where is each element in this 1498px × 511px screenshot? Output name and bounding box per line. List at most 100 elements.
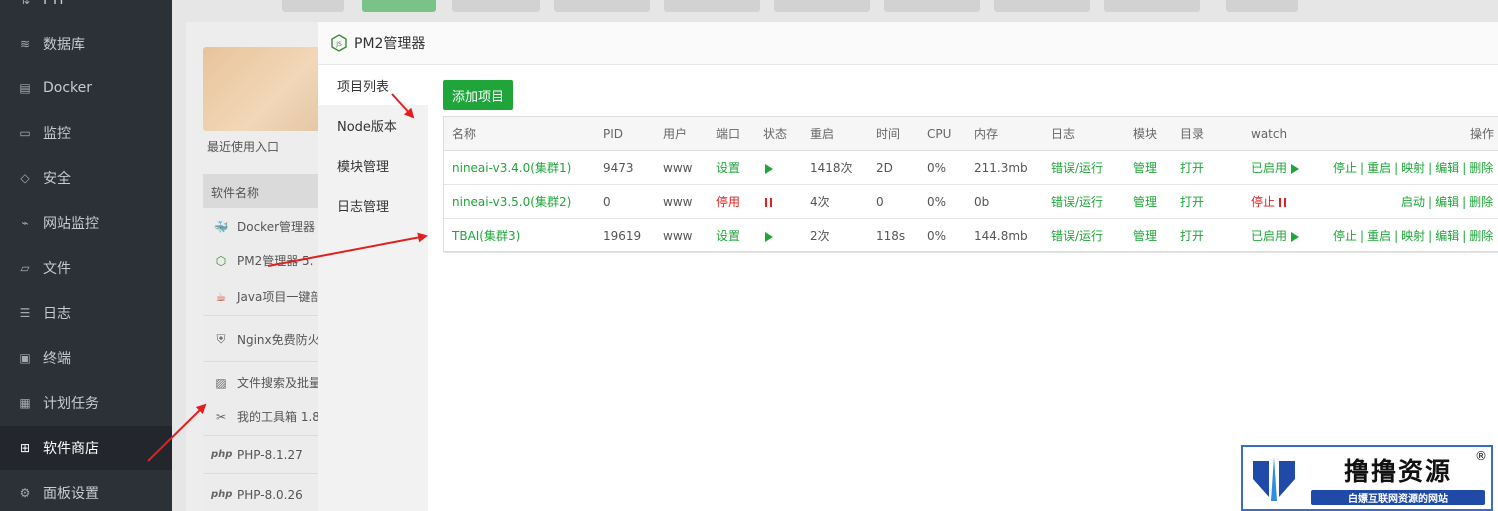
delete-link[interactable]: 删除 bbox=[1469, 229, 1493, 243]
apps-icon: ⊞ bbox=[19, 441, 31, 455]
row-actions: 启动 | 编辑 | 删除 bbox=[1401, 195, 1494, 209]
delete-link[interactable]: 删除 bbox=[1469, 195, 1493, 209]
registered-mark: ® bbox=[1475, 449, 1487, 463]
module-manage-link[interactable]: 管理 bbox=[1133, 219, 1157, 253]
project-name-link[interactable]: TBAI(集群3) bbox=[452, 219, 520, 253]
watch-toggle[interactable]: 已启用 bbox=[1251, 151, 1299, 185]
cpu-value: 0% bbox=[927, 229, 947, 243]
nodejs-icon: ⬡ bbox=[215, 253, 227, 268]
docker-icon: ▤ bbox=[19, 81, 31, 95]
memory-value: 144.8mb bbox=[974, 229, 1028, 243]
pause-icon bbox=[1278, 198, 1286, 207]
software-item[interactable]: ⬡ PM2管理器 5. bbox=[203, 242, 323, 280]
recent-entry-label: 最近使用入口 bbox=[207, 140, 280, 154]
project-name-link[interactable]: nineai-v3.5.0(集群2) bbox=[452, 185, 571, 219]
sidebar-item-logs[interactable]: ☰ 日志 bbox=[0, 291, 172, 335]
log-link[interactable]: 错误/运行 bbox=[1051, 219, 1103, 253]
software-item[interactable]: ✂ 我的工具箱 1.8 bbox=[203, 398, 323, 436]
sidebar-item-app-store[interactable]: ⊞ 软件商店 bbox=[0, 426, 172, 470]
php-icon: php bbox=[211, 489, 233, 500]
open-directory-link[interactable]: 打开 bbox=[1180, 151, 1204, 185]
ftp-icon: ⇅ bbox=[19, 0, 31, 7]
status-running-icon[interactable] bbox=[765, 219, 773, 253]
shield-icon: ◇ bbox=[20, 171, 30, 185]
restart-count: 1418次 bbox=[810, 161, 853, 175]
col-user: 用户 bbox=[663, 127, 688, 141]
project-name-link[interactable]: nineai-v3.4.0(集群1) bbox=[452, 151, 571, 185]
logo-mark-icon bbox=[1243, 447, 1305, 509]
log-link[interactable]: 错误/运行 bbox=[1051, 151, 1103, 185]
background-tabs bbox=[186, 0, 1498, 16]
nav-project-list[interactable]: 项目列表 bbox=[318, 65, 428, 105]
edit-link[interactable]: 编辑 bbox=[1435, 161, 1459, 175]
nav-log-management[interactable]: 日志管理 bbox=[318, 185, 428, 225]
col-memory: 内存 bbox=[974, 127, 999, 141]
open-directory-link[interactable]: 打开 bbox=[1180, 219, 1204, 253]
dialog-title-bar: JS PM2管理器 bbox=[318, 22, 1498, 65]
terminal-icon: ▣ bbox=[19, 351, 31, 365]
port-setting-link[interactable]: 设置 bbox=[716, 219, 740, 253]
port-disabled-link[interactable]: 停用 bbox=[716, 185, 740, 219]
sidebar-item-database[interactable]: ≋ 数据库 bbox=[0, 22, 172, 66]
memory-value: 211.3mb bbox=[974, 161, 1028, 175]
restart-link[interactable]: 重启 bbox=[1367, 229, 1391, 243]
restart-count: 2次 bbox=[810, 229, 830, 243]
start-link[interactable]: 启动 bbox=[1401, 195, 1425, 209]
folder-icon: ▱ bbox=[20, 261, 30, 275]
map-link[interactable]: 映射 bbox=[1401, 229, 1425, 243]
sidebar-item-monitor[interactable]: ▭ 监控 bbox=[0, 111, 172, 155]
add-project-button[interactable]: 添加项目 bbox=[443, 80, 513, 110]
col-restart: 重启 bbox=[810, 127, 835, 141]
module-manage-link[interactable]: 管理 bbox=[1133, 151, 1157, 185]
memory-value: 0b bbox=[974, 195, 990, 209]
software-item[interactable]: ⛨ Nginx免费防火 bbox=[203, 318, 323, 362]
uptime-value: 2D bbox=[876, 161, 893, 175]
sidebar-item-security[interactable]: ◇ 安全 bbox=[0, 156, 172, 200]
sidebar-item-settings[interactable]: ⚙ 面板设置 bbox=[0, 471, 172, 511]
watch-toggle[interactable]: 停止 bbox=[1251, 185, 1286, 219]
table-header: 名称 PID 用户 端口 状态 重启 时间 CPU 内存 日志 模块 目录 wa… bbox=[444, 117, 1498, 151]
uptime-value: 118s bbox=[876, 229, 906, 243]
restart-count: 4次 bbox=[810, 195, 830, 209]
sidebar-item-terminal[interactable]: ▣ 终端 bbox=[0, 336, 172, 380]
map-link[interactable]: 映射 bbox=[1401, 161, 1425, 175]
module-manage-link[interactable]: 管理 bbox=[1133, 185, 1157, 219]
log-link[interactable]: 错误/运行 bbox=[1051, 185, 1103, 219]
table-row: nineai-v3.5.0(集群2) 0 www 停用 4次 0 0% 0b 错… bbox=[444, 185, 1498, 219]
software-item[interactable]: 🐳 Docker管理器 bbox=[203, 208, 323, 246]
restart-link[interactable]: 重启 bbox=[1367, 161, 1391, 175]
edit-link[interactable]: 编辑 bbox=[1435, 195, 1459, 209]
port-setting-link[interactable]: 设置 bbox=[716, 151, 740, 185]
sidebar-item-docker[interactable]: ▤ Docker bbox=[0, 66, 172, 110]
sidebar-item-cron[interactable]: ▦ 计划任务 bbox=[0, 381, 172, 425]
software-item[interactable]: php PHP-8.0.26 bbox=[203, 476, 323, 511]
database-icon: ≋ bbox=[19, 37, 31, 51]
sidebar-item-ftp[interactable]: ⇅ FTP bbox=[0, 0, 172, 22]
nav-module-management[interactable]: 模块管理 bbox=[318, 145, 428, 185]
edit-link[interactable]: 编辑 bbox=[1435, 229, 1459, 243]
java-icon: ☕ bbox=[215, 289, 227, 304]
stop-link[interactable]: 停止 bbox=[1333, 229, 1357, 243]
software-item[interactable]: ▨ 文件搜索及批量 bbox=[203, 364, 323, 402]
logo-slogan: 白嫖互联网资源的网站 bbox=[1311, 489, 1485, 505]
status-running-icon[interactable] bbox=[765, 151, 773, 185]
pid-value: 0 bbox=[603, 195, 611, 209]
nav-node-version[interactable]: Node版本 bbox=[318, 105, 428, 145]
software-item[interactable]: php PHP-8.1.27 bbox=[203, 436, 323, 474]
col-actions: 操作 bbox=[1470, 127, 1495, 141]
watch-toggle[interactable]: 已启用 bbox=[1251, 219, 1299, 253]
col-status: 状态 bbox=[763, 127, 788, 141]
open-directory-link[interactable]: 打开 bbox=[1180, 185, 1204, 219]
docker-icon: 🐳 bbox=[213, 219, 229, 234]
delete-link[interactable]: 删除 bbox=[1469, 161, 1493, 175]
stop-link[interactable]: 停止 bbox=[1333, 161, 1357, 175]
pid-value: 9473 bbox=[603, 161, 634, 175]
col-module: 模块 bbox=[1133, 127, 1158, 141]
sidebar-item-site-monitor[interactable]: ⌁ 网站监控 bbox=[0, 201, 172, 245]
sidebar-item-files[interactable]: ▱ 文件 bbox=[0, 246, 172, 290]
row-actions: 停止 | 重启 | 映射 | 编辑 | 删除 bbox=[1333, 229, 1494, 243]
software-item[interactable]: ☕ Java项目一键部 bbox=[203, 278, 323, 316]
dialog-nav: 项目列表 Node版本 模块管理 日志管理 bbox=[318, 65, 428, 511]
col-watch: watch bbox=[1251, 127, 1288, 141]
status-stopped-icon[interactable] bbox=[765, 185, 772, 219]
